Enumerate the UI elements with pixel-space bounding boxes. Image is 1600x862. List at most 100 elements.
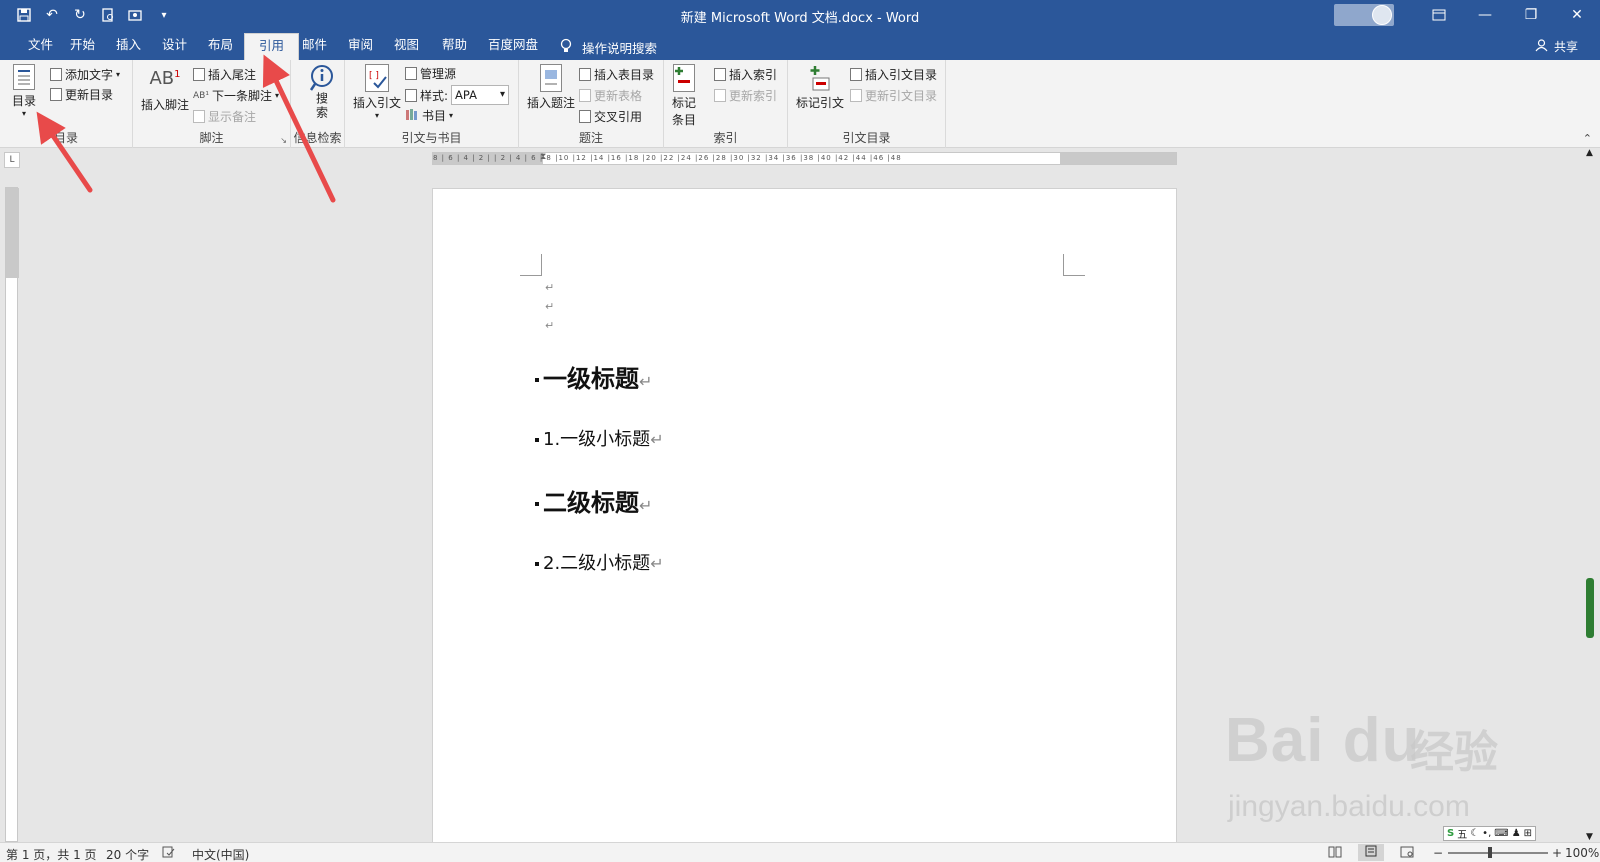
update-table-icon bbox=[579, 89, 591, 102]
tell-me-search[interactable]: 操作说明搜索 bbox=[560, 38, 657, 57]
heading-text: 二级标题 bbox=[543, 489, 639, 517]
search-button[interactable]: 搜索 bbox=[305, 64, 339, 120]
baidu-watermark: Bai du bbox=[1225, 706, 1421, 775]
insert-toa-button[interactable]: 插入引文目录 bbox=[850, 66, 937, 83]
group-footnotes: AB1 插入脚注 插入尾注 AB¹ 下一条脚注 ▾ 显示备注 脚注 ↘ bbox=[133, 60, 291, 148]
heading-text: 2.二级小标题 bbox=[543, 553, 651, 574]
scrollbar-thumb[interactable] bbox=[1586, 578, 1594, 638]
zoom-slider-thumb[interactable] bbox=[1488, 847, 1492, 858]
heading-level-2[interactable]: 1.一级小标题↵ bbox=[535, 425, 664, 451]
next-footnote-button[interactable]: AB¹ 下一条脚注 ▾ bbox=[193, 87, 279, 104]
indent-marker[interactable]: ⧗ bbox=[540, 153, 546, 162]
next-footnote-dropdown-icon: ▾ bbox=[274, 91, 279, 100]
update-toa-button[interactable]: 更新引文目录 bbox=[850, 87, 937, 104]
empty-paragraph-mark: ↵ bbox=[545, 300, 555, 313]
grid-icon: ⊞ bbox=[1523, 828, 1533, 839]
bibliography-button[interactable]: 书目 ▾ bbox=[405, 107, 453, 124]
heading-level-1[interactable]: 二级标题↵ bbox=[535, 483, 652, 518]
zoom-in-icon[interactable]: + bbox=[1552, 846, 1562, 860]
group-toc: 目录 ▾ 添加文字 ▾ 更新目录 目录 bbox=[0, 60, 133, 148]
baidu-watermark-url: jingyan.baidu.com bbox=[1228, 790, 1470, 823]
insert-caption-label: 插入题注 bbox=[527, 96, 576, 110]
insert-endnote-button[interactable]: 插入尾注 bbox=[193, 66, 256, 83]
margin-corner-top-left bbox=[520, 254, 542, 276]
paragraph-mark: ↵ bbox=[639, 496, 653, 515]
insert-index-button[interactable]: 插入索引 bbox=[714, 66, 777, 83]
update-table-button[interactable]: 更新表格 bbox=[579, 87, 642, 104]
vertical-ruler[interactable] bbox=[5, 187, 19, 842]
insert-citation-button[interactable]: [ ] 插入引文 ▾ bbox=[353, 64, 401, 120]
toc-label: 目录 bbox=[12, 94, 37, 108]
bibliography-dropdown-icon: ▾ bbox=[449, 111, 454, 120]
document-page[interactable]: ↵ ↵ ↵ 一级标题↵ 1.一级小标题↵ 二级标题↵ 2.二级小标题↵ bbox=[432, 188, 1177, 848]
language-indicator[interactable]: 中文(中国) bbox=[192, 846, 249, 862]
account-avatar[interactable] bbox=[1334, 4, 1394, 26]
web-layout-icon[interactable] bbox=[1400, 846, 1414, 861]
mark-entry-label-2: 条目 bbox=[672, 113, 697, 127]
moon-icon: ☾ bbox=[1470, 828, 1480, 839]
page-info[interactable]: 第 1 页，共 1 页 bbox=[6, 846, 97, 862]
baidu-watermark-cn: 经验 bbox=[1410, 727, 1498, 778]
citation-style-select[interactable]: APA bbox=[451, 85, 510, 105]
toc-button[interactable]: 目录 ▾ bbox=[12, 64, 36, 118]
share-button[interactable]: 共享 bbox=[1535, 38, 1578, 55]
group-label-captions: 题注 bbox=[578, 131, 603, 145]
person-icon bbox=[1535, 38, 1548, 55]
search-label: 搜索 bbox=[314, 92, 329, 120]
word-count[interactable]: 20 个字 bbox=[106, 846, 149, 862]
insert-caption-button[interactable]: 插入题注 bbox=[527, 64, 575, 111]
add-text-icon bbox=[50, 68, 62, 81]
tab-view[interactable]: 视图 bbox=[380, 35, 433, 60]
group-label-toa: 引文目录 bbox=[842, 131, 891, 145]
insert-table-of-figures-button[interactable]: 插入表目录 bbox=[579, 66, 654, 83]
heading-level-1[interactable]: 一级标题↵ bbox=[535, 359, 652, 394]
share-label: 共享 bbox=[1553, 40, 1578, 54]
manage-sources-button[interactable]: 管理源 bbox=[405, 65, 456, 82]
group-citations: [ ] 插入引文 ▾ 管理源 样式: APA 书目 ▾ 引文与书目 bbox=[345, 60, 519, 148]
restore-icon[interactable]: ❐ bbox=[1508, 0, 1554, 30]
scroll-up-icon[interactable]: ▲ bbox=[1586, 148, 1593, 158]
collapse-ribbon-icon[interactable]: ⌃ bbox=[1583, 132, 1592, 145]
ruler-top-margin bbox=[6, 188, 19, 278]
title-bar: ↶ ↻ ▾ 新建 Microsoft Word 文档.docx - Word —… bbox=[0, 0, 1600, 30]
ribbon-display-options-icon[interactable] bbox=[1416, 0, 1462, 30]
group-label-toc: 目录 bbox=[53, 131, 78, 145]
cross-reference-button[interactable]: 交叉引用 bbox=[579, 108, 642, 125]
group-index: 标记 条目 插入索引 更新索引 索引 bbox=[664, 60, 788, 148]
paragraph-mark: ↵ bbox=[650, 430, 664, 449]
minimize-icon[interactable]: — bbox=[1462, 0, 1508, 30]
heading-level-2[interactable]: 2.二级小标题↵ bbox=[535, 549, 664, 575]
zoom-level[interactable]: 100% bbox=[1565, 846, 1599, 860]
zoom-slider[interactable] bbox=[1448, 852, 1548, 854]
scroll-down-icon[interactable]: ▼ bbox=[1586, 832, 1593, 842]
read-mode-icon[interactable] bbox=[1328, 846, 1342, 861]
vertical-scrollbar[interactable]: ▲ ▼ bbox=[1582, 148, 1600, 842]
zoom-out-icon[interactable]: − bbox=[1433, 846, 1443, 860]
heading-bullet bbox=[535, 502, 539, 506]
ime-toolbar[interactable]: S 五 ☾ •, ⌨ ♟ ⊞ bbox=[1443, 826, 1537, 841]
show-notes-button[interactable]: 显示备注 bbox=[193, 108, 256, 125]
close-icon[interactable]: ✕ bbox=[1554, 0, 1600, 30]
tab-baidu-netdisk[interactable]: 百度网盘 bbox=[474, 35, 552, 60]
margin-corner-top-right bbox=[1063, 254, 1085, 276]
group-table-of-authorities: 标记引文 插入引文目录 更新引文目录 引文目录 bbox=[788, 60, 946, 148]
insert-footnote-button[interactable]: AB1 插入脚注 bbox=[141, 68, 189, 113]
mark-citation-label: 标记引文 bbox=[796, 96, 845, 110]
update-index-icon bbox=[714, 89, 726, 102]
add-text-button[interactable]: 添加文字 ▾ bbox=[50, 66, 120, 83]
print-layout-icon[interactable] bbox=[1358, 844, 1384, 861]
group-label-citations: 引文与书目 bbox=[401, 131, 462, 145]
mark-citation-button[interactable]: 标记引文 bbox=[796, 64, 844, 111]
insert-index-label: 插入索引 bbox=[729, 68, 778, 82]
mark-entry-button[interactable]: 标记 条目 bbox=[672, 64, 696, 128]
tab-layout[interactable]: 布局 bbox=[194, 35, 247, 60]
show-notes-icon bbox=[193, 110, 205, 123]
update-toc-button[interactable]: 更新目录 bbox=[50, 86, 113, 103]
horizontal-ruler[interactable]: 8 | 6 | 4 | 2 | | 2 | 4 | 6 | 8 |10 |12 … bbox=[432, 152, 1177, 165]
show-notes-label: 显示备注 bbox=[208, 110, 257, 124]
cross-reference-label: 交叉引用 bbox=[594, 110, 643, 124]
footnote-dialog-launcher-icon[interactable]: ↘ bbox=[280, 136, 287, 145]
update-index-button[interactable]: 更新索引 bbox=[714, 87, 777, 104]
tab-selector[interactable]: L bbox=[4, 152, 20, 168]
proofing-icon[interactable] bbox=[162, 846, 175, 861]
